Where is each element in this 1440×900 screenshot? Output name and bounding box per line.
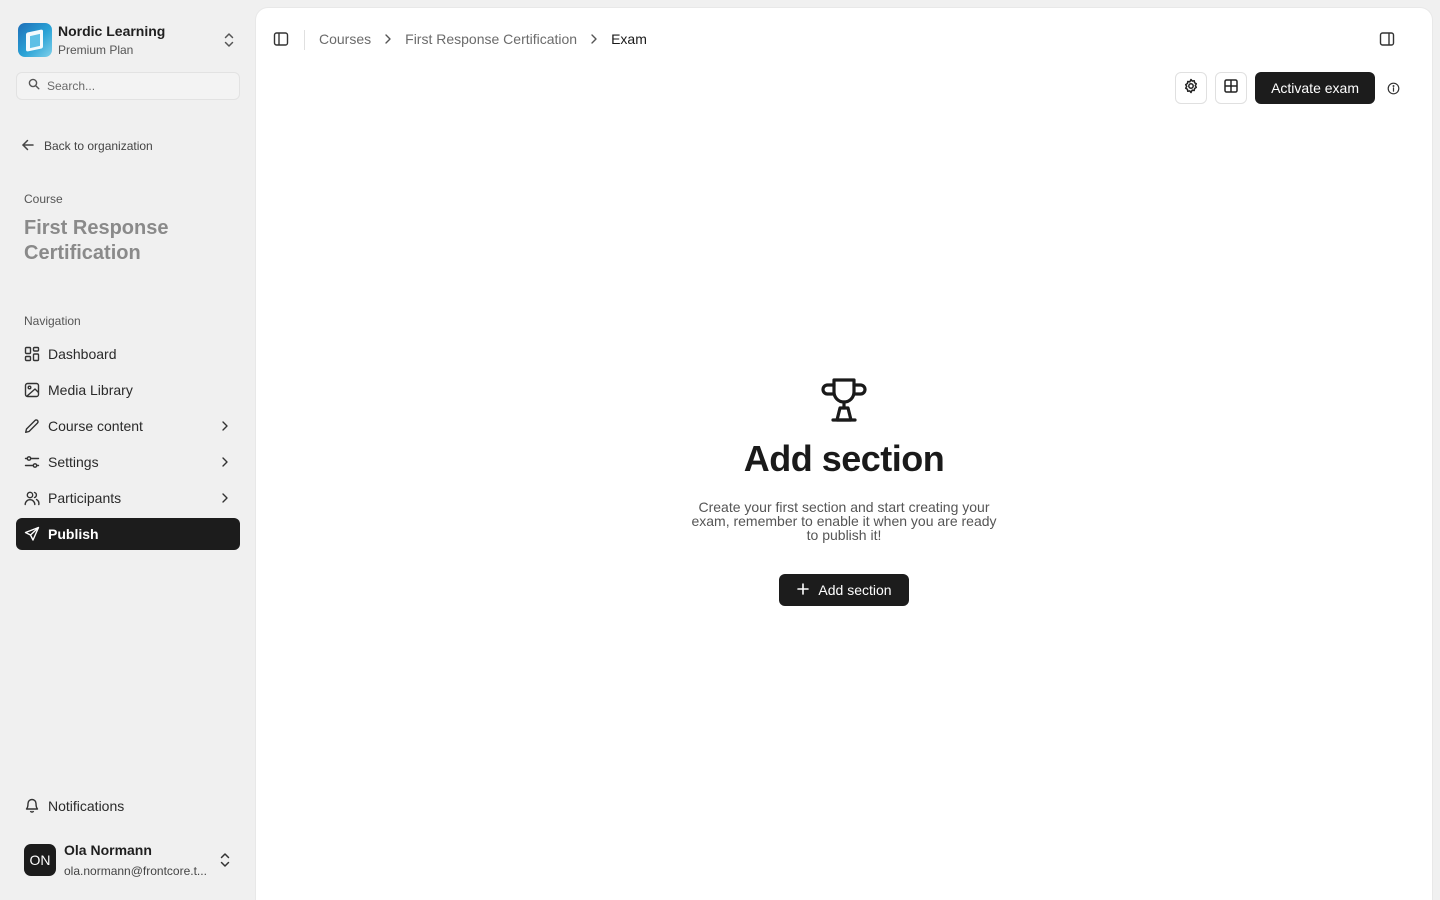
sliders-icon <box>24 454 40 470</box>
add-section-button[interactable]: Add section <box>779 574 909 606</box>
chevron-up-down-icon <box>218 852 232 873</box>
activate-exam-button[interactable]: Activate exam <box>1255 72 1375 104</box>
organization-plan: Premium Plan <box>58 43 134 57</box>
bell-icon <box>24 797 40 816</box>
organization-logo <box>18 23 52 57</box>
empty-state-title: Add section <box>743 438 945 479</box>
chevron-right-icon <box>381 32 395 46</box>
users-icon <box>24 490 40 506</box>
user-email: ola.normann@frontcore.t... <box>64 864 207 878</box>
header-divider <box>304 30 305 50</box>
user-info: Ola Normann ola.normann@frontcore.t... <box>64 841 212 879</box>
gear-icon <box>1183 78 1199 99</box>
chevron-right-icon <box>218 419 232 436</box>
nav-item-label: Settings <box>48 454 99 470</box>
nav-item-publish[interactable]: Publish <box>16 518 240 550</box>
course-title: First Response Certification <box>24 217 169 264</box>
layout-button[interactable] <box>1215 72 1248 104</box>
avatar: ON <box>24 844 56 876</box>
notifications-link[interactable]: Notifications <box>16 790 240 822</box>
back-to-organization-link[interactable]: Back to organization <box>20 136 153 156</box>
main-panel: Courses First Response Certification Exa… <box>256 8 1432 900</box>
info-icon[interactable] <box>1387 82 1400 95</box>
organization-info: Nordic Learning Premium Plan <box>58 22 165 58</box>
course-caption: Course <box>24 192 63 206</box>
user-menu[interactable]: ON Ola Normann ola.normann@frontcore.t..… <box>16 836 240 884</box>
send-icon <box>24 526 40 542</box>
nav-item-label: Dashboard <box>48 346 117 362</box>
nav-item-label: Media Library <box>48 382 133 398</box>
empty-state: Add section Create your first section an… <box>256 376 1432 606</box>
nav-item-settings[interactable]: Settings <box>16 446 240 478</box>
nav-item-participants[interactable]: Participants <box>16 482 240 514</box>
nav-item-dashboard[interactable]: Dashboard <box>16 338 240 370</box>
breadcrumb: Courses First Response Certification Exa… <box>319 31 647 47</box>
trophy-icon <box>256 376 1432 424</box>
breadcrumb-courses[interactable]: Courses <box>319 31 371 47</box>
organization-switcher[interactable]: Nordic Learning Premium Plan <box>16 20 240 60</box>
nav-item-media-library[interactable]: Media Library <box>16 374 240 406</box>
chevron-up-down-icon <box>222 32 236 53</box>
image-icon <box>24 382 40 398</box>
notifications-label: Notifications <box>48 798 125 814</box>
nav-item-label: Publish <box>48 526 99 542</box>
nav-item-course-content[interactable]: Course content <box>16 410 240 442</box>
chevron-right-icon <box>218 491 232 508</box>
back-link-label: Back to organization <box>44 139 153 153</box>
search-input[interactable] <box>47 79 227 93</box>
settings-button[interactable] <box>1175 72 1208 104</box>
dashboard-icon <box>24 346 40 362</box>
nav-item-label: Participants <box>48 490 122 506</box>
arrow-left-icon <box>20 137 36 156</box>
chevron-right-icon <box>587 32 601 46</box>
plus-icon <box>796 582 810 599</box>
organization-name: Nordic Learning <box>58 23 166 39</box>
grid-icon <box>1223 78 1239 99</box>
user-name: Ola Normann <box>64 842 152 858</box>
chevron-right-icon <box>218 455 232 472</box>
search-icon <box>28 77 40 95</box>
add-section-label: Add section <box>818 582 892 598</box>
search-box <box>16 72 240 100</box>
empty-state-description: Create your first section and start crea… <box>691 499 997 543</box>
nav-item-label: Course content <box>48 418 143 434</box>
exam-toolbar: Activate exam <box>1175 72 1400 104</box>
sidebar-toggle-icon[interactable] <box>273 31 289 52</box>
panel-toggle-icon[interactable] <box>1379 31 1395 52</box>
breadcrumb-course[interactable]: First Response Certification <box>405 31 577 47</box>
breadcrumb-current: Exam <box>611 31 647 47</box>
sidebar: Nordic Learning Premium Plan Back to org… <box>0 0 256 900</box>
navigation-menu: Dashboard Media Library Course content S… <box>16 338 240 554</box>
pencil-icon <box>24 418 40 434</box>
navigation-caption: Navigation <box>24 314 81 328</box>
